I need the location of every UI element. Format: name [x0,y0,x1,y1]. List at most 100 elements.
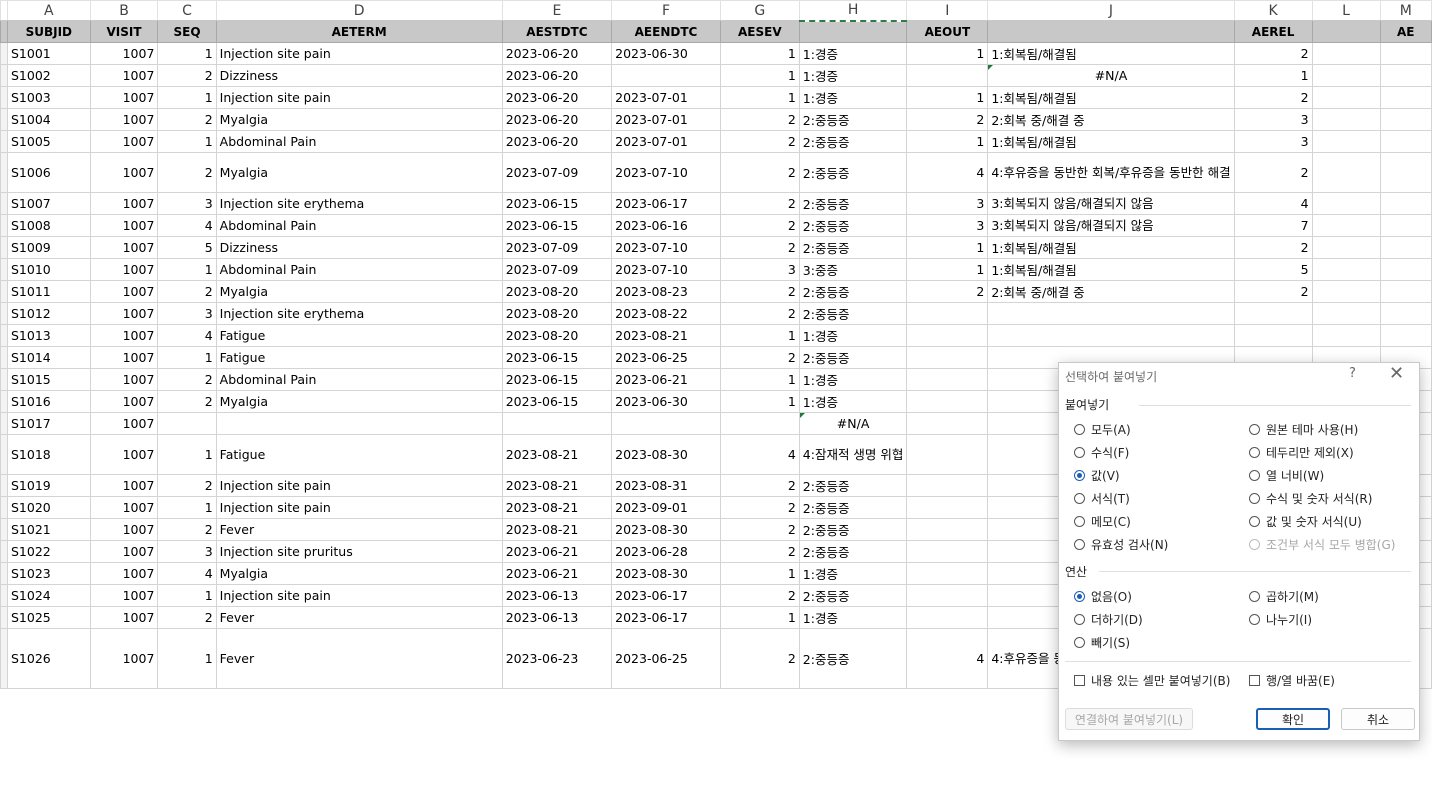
cell-k-8[interactable]: 4 [1233,192,1313,215]
cell-g-17[interactable]: 1 [719,390,800,413]
cell-h-19[interactable]: 4:잠재적 생명 위협 [798,434,908,475]
cell-d-14[interactable]: Fatigue [215,324,503,347]
radio-option[interactable]: 나누기(I) [1249,611,1312,628]
cell-g-12[interactable]: 2 [719,280,800,303]
cell-e-7[interactable]: 2023-07-09 [501,152,613,193]
row-number[interactable] [0,540,8,563]
cell-b-2[interactable]: 1007 [89,42,159,65]
cell-f-18[interactable] [611,412,721,435]
cell-l-12[interactable] [1311,280,1381,303]
cell-f-4[interactable]: 2023-07-01 [611,86,721,109]
radio-button[interactable] [1249,424,1260,435]
row-number[interactable] [0,64,8,87]
cell-c-17[interactable]: 2 [157,390,217,413]
radio-option[interactable]: 값 및 숫자 서식(U) [1249,513,1362,530]
cell-a-25[interactable]: S1024 [7,584,91,607]
cell-m-14[interactable] [1379,324,1432,347]
cell-a-12[interactable]: S1011 [7,280,91,303]
cell-b-12[interactable]: 1007 [89,280,159,303]
radio-button[interactable] [1249,447,1260,458]
transpose-checkbox[interactable]: 행/열 바꿈(E) [1249,672,1335,689]
row-number[interactable] [0,346,8,369]
cell-c-8[interactable]: 3 [157,192,217,215]
cell-b-4[interactable]: 1007 [89,86,159,109]
cell-e-16[interactable]: 2023-06-15 [501,368,613,391]
cell-d-23[interactable]: Injection site pruritus [215,540,503,563]
cell-k-7[interactable]: 2 [1233,152,1313,193]
row-number[interactable] [0,496,8,519]
cell-b-8[interactable]: 1007 [89,192,159,215]
header-cell[interactable]: VISIT [89,20,159,43]
cell-e-13[interactable]: 2023-08-20 [501,302,613,325]
cell-a-13[interactable]: S1012 [7,302,91,325]
cell-f-16[interactable]: 2023-06-21 [611,368,721,391]
column-header-f[interactable]: F [611,0,721,21]
cell-e-23[interactable]: 2023-06-21 [501,540,613,563]
cell-a-3[interactable]: S1002 [7,64,91,87]
radio-option[interactable]: 메모(C) [1074,513,1131,530]
cell-j-14[interactable] [987,324,1235,347]
cell-h-16[interactable]: 1:경증 [798,368,908,391]
cell-b-24[interactable]: 1007 [89,562,159,585]
cell-a-10[interactable]: S1009 [7,236,91,259]
cell-i-16[interactable] [906,368,989,391]
cell-e-21[interactable]: 2023-08-21 [501,496,613,519]
cell-a-7[interactable]: S1006 [7,152,91,193]
cell-d-21[interactable]: Injection site pain [215,496,503,519]
cell-j-2[interactable]: 1:회복됨/해결됨 [987,42,1235,65]
column-header-j[interactable]: J [987,0,1235,21]
cell-c-22[interactable]: 2 [157,518,217,541]
cell-b-17[interactable]: 1007 [89,390,159,413]
header-cell[interactable]: AEREL [1233,20,1313,43]
cell-m-7[interactable] [1379,152,1432,193]
cell-e-6[interactable]: 2023-06-20 [501,130,613,153]
cell-d-9[interactable]: Abdominal Pain [215,214,503,237]
cell-c-14[interactable]: 4 [157,324,217,347]
cell-i-21[interactable] [906,496,989,519]
row-number[interactable] [0,368,8,391]
radio-button[interactable] [1074,591,1085,602]
radio-button[interactable] [1074,493,1085,504]
cell-a-2[interactable]: S1001 [7,42,91,65]
cell-h-25[interactable]: 2:중등증 [798,584,908,607]
cell-a-15[interactable]: S1014 [7,346,91,369]
header-cell[interactable] [1311,20,1381,43]
cell-h-5[interactable]: 2:중등증 [798,108,908,131]
cell-d-6[interactable]: Abdominal Pain [215,130,503,153]
cell-g-19[interactable]: 4 [719,434,800,475]
cell-m-13[interactable] [1379,302,1432,325]
cell-b-6[interactable]: 1007 [89,130,159,153]
cell-d-12[interactable]: Myalgia [215,280,503,303]
cell-b-22[interactable]: 1007 [89,518,159,541]
cell-e-10[interactable]: 2023-07-09 [501,236,613,259]
row-number[interactable] [0,518,8,541]
row-number[interactable] [0,562,8,585]
cell-g-11[interactable]: 3 [719,258,800,281]
cell-l-14[interactable] [1311,324,1381,347]
radio-button[interactable] [1074,470,1085,481]
cell-i-20[interactable] [906,474,989,497]
radio-option[interactable]: 모두(A) [1074,421,1131,438]
cell-c-2[interactable]: 1 [157,42,217,65]
cell-k-6[interactable]: 3 [1233,130,1313,153]
cell-h-2[interactable]: 1:경증 [798,42,908,65]
column-header-e[interactable]: E [501,0,613,21]
cell-f-15[interactable]: 2023-06-25 [611,346,721,369]
checkbox-box[interactable] [1249,675,1260,686]
row-number[interactable] [0,302,8,325]
cell-g-15[interactable]: 2 [719,346,800,369]
cell-h-13[interactable]: 2:중등증 [798,302,908,325]
cell-l-6[interactable] [1311,130,1381,153]
cell-c-24[interactable]: 4 [157,562,217,585]
cell-b-13[interactable]: 1007 [89,302,159,325]
cell-h-21[interactable]: 2:중등증 [798,496,908,519]
cell-g-5[interactable]: 2 [719,108,800,131]
cell-i-24[interactable] [906,562,989,585]
cell-i-10[interactable]: 1 [906,236,989,259]
cell-i-11[interactable]: 1 [906,258,989,281]
column-header-g[interactable]: G [719,0,800,21]
cell-d-26[interactable]: Fever [215,606,503,629]
radio-button[interactable] [1249,493,1260,504]
cell-f-22[interactable]: 2023-08-30 [611,518,721,541]
cell-a-6[interactable]: S1005 [7,130,91,153]
